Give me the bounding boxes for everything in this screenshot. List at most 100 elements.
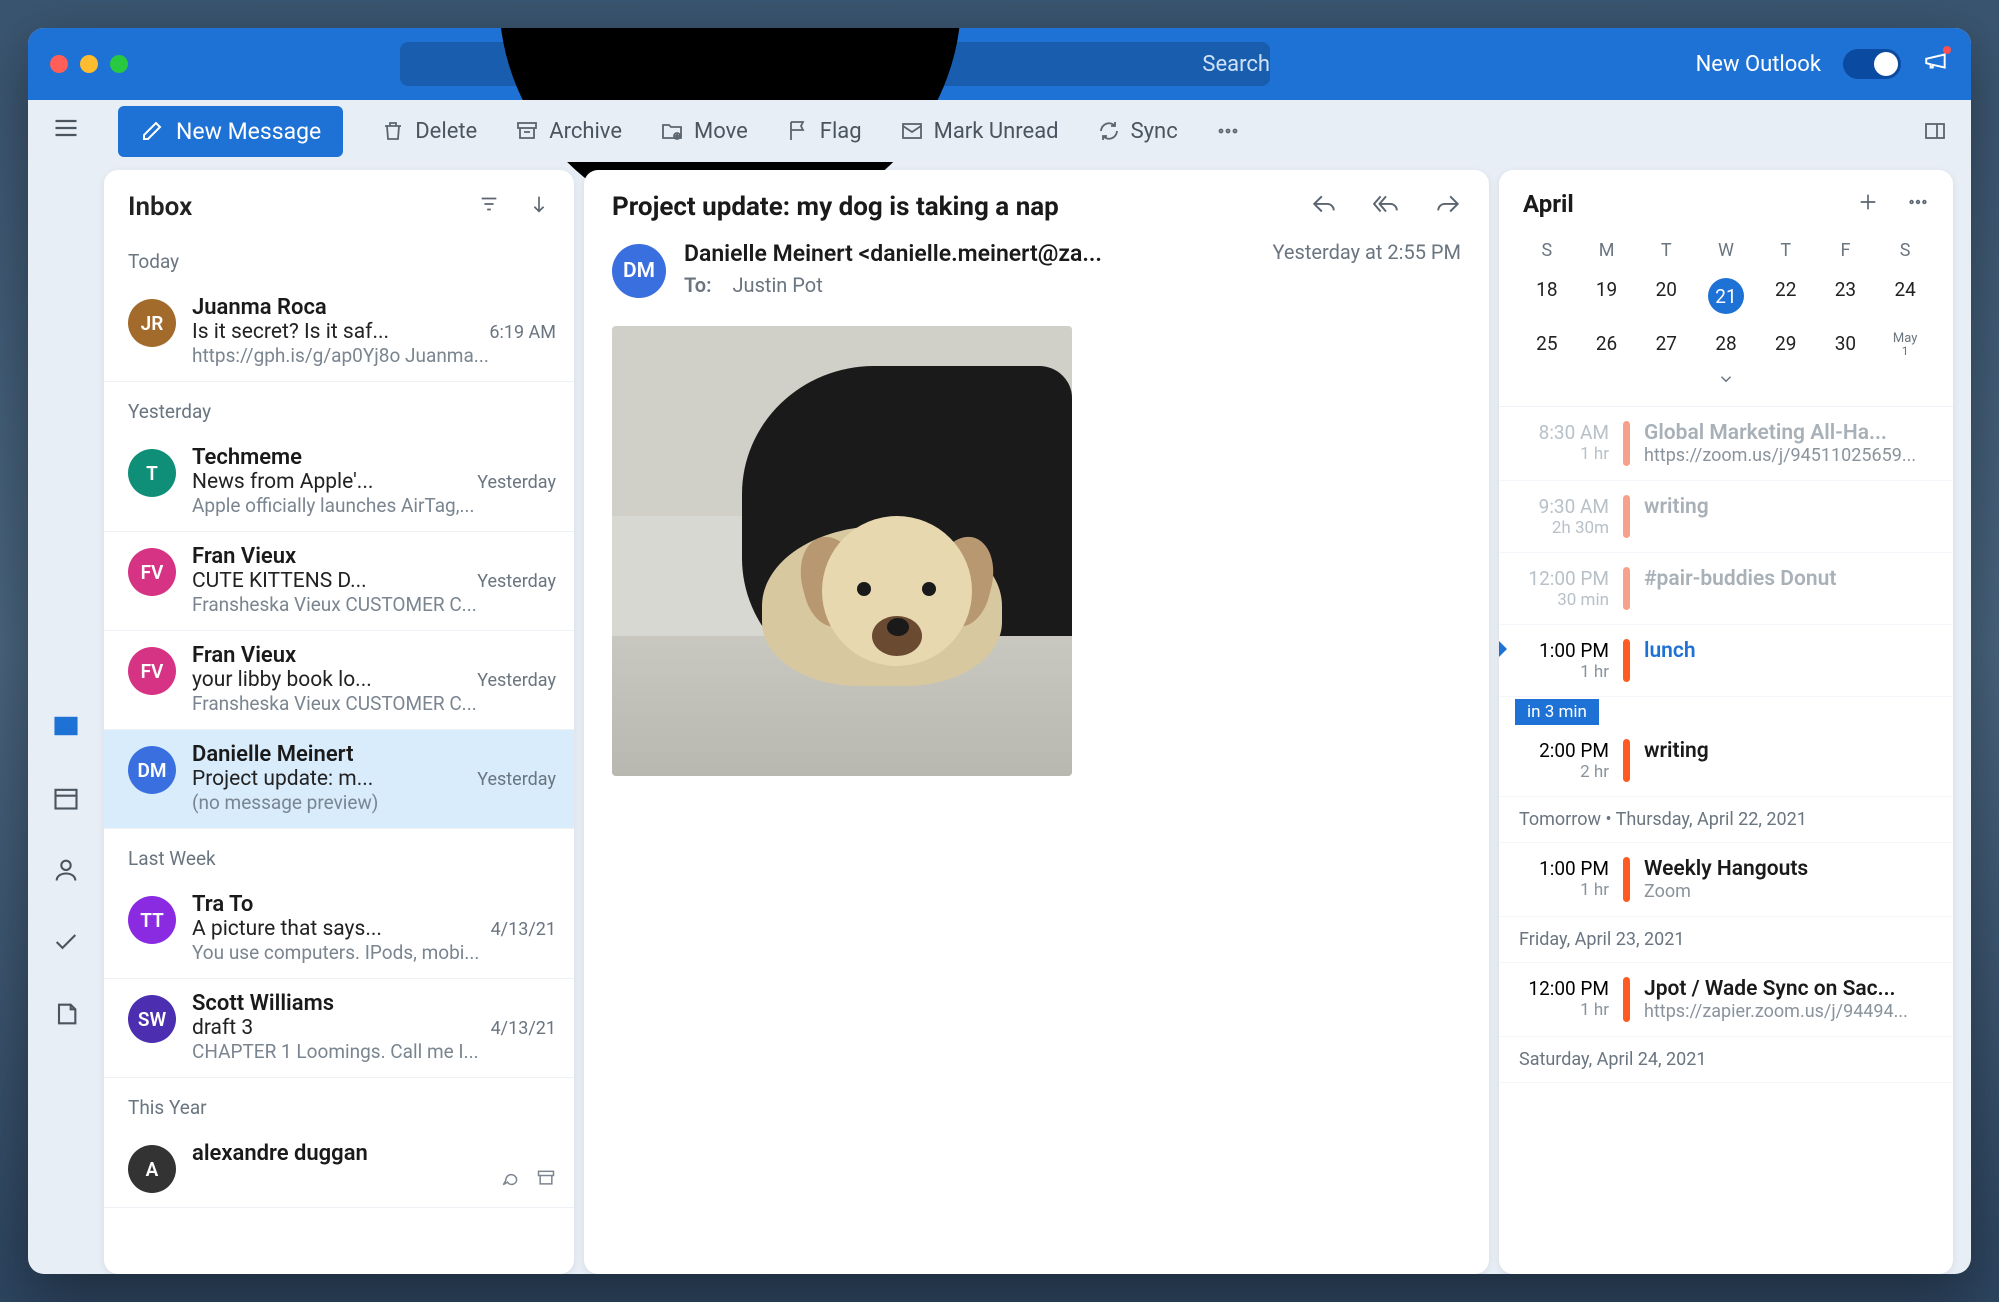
agenda-title: writing: [1644, 495, 1933, 519]
message-date: Yesterday: [477, 571, 556, 592]
calendar-day[interactable]: 23: [1816, 269, 1876, 323]
filter-button[interactable]: [478, 192, 500, 222]
calendar-expand-button[interactable]: [1517, 366, 1935, 402]
agenda-item[interactable]: 2:00 PM2 hrwriting: [1499, 725, 1953, 797]
forward-button[interactable]: [1435, 192, 1461, 222]
calendar-day[interactable]: 25: [1517, 323, 1577, 366]
avatar: SW: [128, 995, 176, 1043]
agenda-item[interactable]: 1:00 PM1 hrWeekly HangoutsZoom: [1499, 843, 1953, 917]
calendar-pane: April SMTWTFS 18192021222324252627282930…: [1499, 170, 1953, 1274]
zoom-window-button[interactable]: [110, 55, 128, 73]
reply-button[interactable]: [1311, 192, 1337, 222]
agenda-time: 8:30 AM1 hr: [1515, 421, 1609, 466]
nav-calendar[interactable]: [52, 784, 80, 816]
feedback-button[interactable]: [1923, 48, 1949, 80]
agenda-time: 9:30 AM2h 30m: [1515, 495, 1609, 538]
message-list: TodayJRJuanma RocaIs it secret? Is it sa…: [104, 232, 574, 1208]
agenda-item[interactable]: 9:30 AM2h 30m writing: [1499, 481, 1953, 553]
more-button[interactable]: [1216, 119, 1240, 143]
new-message-label: New Message: [176, 118, 321, 145]
agenda-color-bar: [1623, 421, 1630, 466]
archive-label: Archive: [549, 119, 622, 144]
minimize-window-button[interactable]: [80, 55, 98, 73]
close-window-button[interactable]: [50, 55, 68, 73]
agenda-item[interactable]: 12:00 PM30 min#pair-buddies Donut: [1499, 553, 1953, 625]
mini-calendar[interactable]: SMTWTFS 18192021222324252627282930May1: [1499, 226, 1953, 406]
message-preview: CHAPTER 1 Loomings. Call me I...: [192, 1040, 556, 1063]
nav-people[interactable]: [52, 856, 80, 888]
message-from: Techmeme: [192, 445, 556, 470]
nav-tasks[interactable]: [52, 928, 80, 960]
ellipsis-icon: [1216, 119, 1240, 143]
flag-button[interactable]: Flag: [786, 119, 862, 144]
message-from: Danielle Meinert: [192, 742, 556, 767]
agenda-subtitle: https://zoom.us/j/94511025659...: [1644, 445, 1933, 466]
message-subject: CUTE KITTENS D...: [192, 569, 467, 593]
reading-pane-button[interactable]: [1923, 119, 1947, 143]
agenda-item[interactable]: 8:30 AM1 hrGlobal Marketing All-Ha...htt…: [1499, 407, 1953, 481]
calendar-day[interactable]: 24: [1875, 269, 1935, 323]
calendar-day[interactable]: 26: [1577, 323, 1637, 366]
calendar-more-button[interactable]: [1907, 191, 1929, 217]
agenda-time: 12:00 PM1 hr: [1515, 977, 1609, 1022]
calendar-dow: S: [1875, 232, 1935, 269]
move-label: Move: [694, 119, 748, 144]
message-row[interactable]: FVFran VieuxCUTE KITTENS D...YesterdayFr…: [104, 532, 574, 631]
search-input[interactable]: Search: [400, 42, 1270, 86]
message-subject: Project update: my dog is taking a nap: [612, 192, 1311, 222]
window-controls: [50, 55, 128, 73]
person-icon: [52, 856, 80, 884]
nav-mail[interactable]: [52, 712, 80, 744]
agenda-time: 2:00 PM2 hr: [1515, 739, 1609, 782]
message-row[interactable]: JRJuanma RocaIs it secret? Is it saf...6…: [104, 283, 574, 382]
agenda-list: 8:30 AM1 hrGlobal Marketing All-Ha...htt…: [1499, 406, 1953, 1274]
section-label: Last Week: [104, 829, 574, 880]
delete-button[interactable]: Delete: [381, 119, 477, 144]
message-preview: Apple officially launches AirTag,...: [192, 494, 556, 517]
sort-icon: [528, 193, 550, 215]
message-subject: draft 3: [192, 1016, 481, 1040]
mark-unread-button[interactable]: Mark Unread: [900, 119, 1059, 144]
agenda-time: 12:00 PM30 min: [1515, 567, 1609, 610]
message-preview: Fransheska Vieux CUSTOMER C...: [192, 593, 556, 616]
megaphone-icon: [1923, 48, 1949, 74]
calendar-day[interactable]: 30: [1816, 323, 1876, 366]
sync-button[interactable]: Sync: [1097, 119, 1178, 144]
message-row[interactable]: SWScott Williamsdraft 34/13/21CHAPTER 1 …: [104, 979, 574, 1078]
new-message-button[interactable]: New Message: [118, 106, 343, 157]
avatar: JR: [128, 299, 176, 347]
message-row[interactable]: TTTra ToA picture that says...4/13/21You…: [104, 880, 574, 979]
sync-label: Sync: [1131, 119, 1178, 144]
message-row[interactable]: Aalexandre duggan: [104, 1129, 574, 1208]
nav-notes[interactable]: [52, 1000, 80, 1032]
reply-all-icon: [1373, 192, 1399, 218]
calendar-day[interactable]: 27: [1636, 323, 1696, 366]
agenda-title: lunch: [1644, 639, 1933, 663]
agenda-color-bar: [1623, 567, 1630, 610]
sidebar-toggle-button[interactable]: [52, 114, 80, 148]
add-event-button[interactable]: [1857, 191, 1879, 217]
calendar-day[interactable]: 18: [1517, 269, 1577, 323]
calendar-day[interactable]: 20: [1636, 269, 1696, 323]
calendar-day[interactable]: 29: [1756, 323, 1816, 366]
calendar-day[interactable]: 28: [1696, 323, 1756, 366]
toolbar: New Message Delete Archive Move Flag Mar…: [28, 100, 1971, 162]
agenda-item[interactable]: 1:00 PM1 hrlunch: [1499, 625, 1953, 697]
sort-button[interactable]: [528, 192, 550, 222]
reply-all-button[interactable]: [1373, 192, 1399, 222]
forward-icon: [1435, 192, 1461, 218]
calendar-day[interactable]: 22: [1756, 269, 1816, 323]
message-date: 6:19 AM: [489, 322, 556, 343]
message-row[interactable]: DMDanielle MeinertProject update: m...Ye…: [104, 730, 574, 829]
agenda-item[interactable]: 12:00 PM1 hrJpot / Wade Sync on Sac...ht…: [1499, 963, 1953, 1037]
calendar-day[interactable]: May1: [1875, 323, 1935, 366]
new-outlook-toggle[interactable]: [1843, 49, 1901, 79]
move-button[interactable]: Move: [660, 119, 748, 144]
message-row[interactable]: FVFran Vieuxyour libby book lo...Yesterd…: [104, 631, 574, 730]
message-row[interactable]: TTechmemeNews from Apple'...YesterdayApp…: [104, 433, 574, 532]
agenda-color-bar: [1623, 495, 1630, 538]
calendar-day[interactable]: 21: [1696, 269, 1756, 323]
archive-button[interactable]: Archive: [515, 119, 622, 144]
calendar-day[interactable]: 19: [1577, 269, 1637, 323]
reading-pane: Project update: my dog is taking a nap D…: [584, 170, 1489, 1274]
